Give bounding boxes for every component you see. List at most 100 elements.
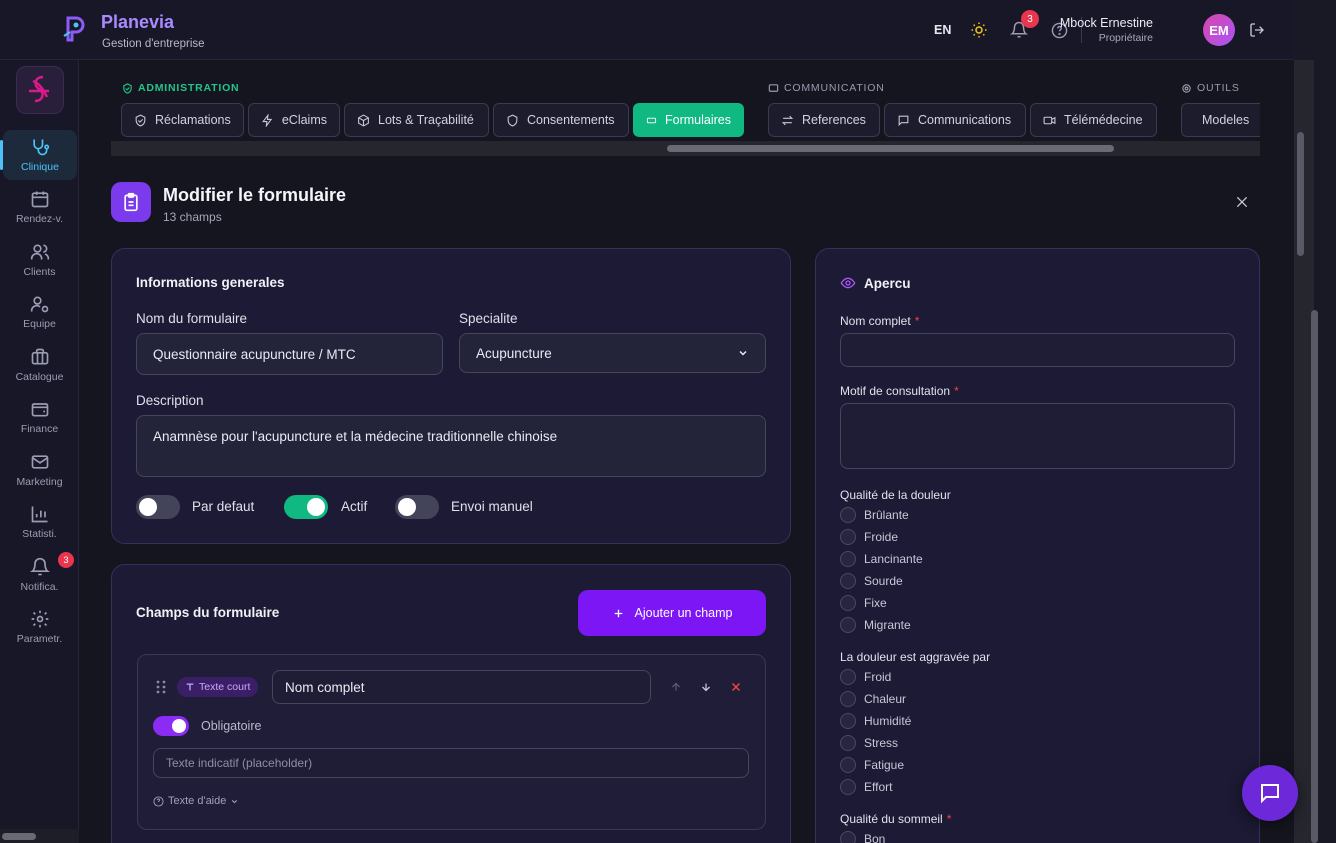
required-toggle-label: Obligatoire (201, 719, 262, 733)
tab-lots-tracabilite[interactable]: Lots & Traçabilité (344, 103, 489, 137)
add-field-label: Ajouter un champ (634, 606, 733, 620)
specialty-selected: Acupuncture (476, 345, 552, 361)
sidebar-item-label: Clients (23, 266, 56, 278)
sun-icon[interactable] (969, 20, 989, 40)
section-label: COMMUNICATION (784, 82, 885, 94)
tabs-horizontal-scrollbar[interactable] (111, 141, 1260, 156)
radio-option-label: Stress (864, 736, 899, 750)
radio-button[interactable] (840, 551, 856, 567)
preview-title: Apercu (864, 275, 911, 291)
tab-formulaires[interactable]: Formulaires (633, 103, 744, 137)
manual-send-toggle[interactable] (395, 495, 439, 519)
default-toggle[interactable] (136, 495, 180, 519)
tab-reclamations[interactable]: Réclamations (121, 103, 244, 137)
radio-button[interactable] (840, 573, 856, 589)
required-mark: * (946, 812, 952, 826)
preview-reason-textarea[interactable] (840, 403, 1235, 469)
page-title: Modifier le formulaire (163, 185, 347, 205)
sidebar-item-marketing[interactable]: Marketing (0, 445, 79, 495)
preview-question-label: Qualité du sommeil * (840, 812, 951, 826)
scrollbar-thumb[interactable] (1311, 310, 1318, 843)
tab-references[interactable]: References (768, 103, 880, 137)
sidebar-item-label: Marketing (16, 476, 63, 488)
sidebar-item-label: Finance (20, 423, 59, 435)
sidebar-item-equipe[interactable]: Equipe (0, 287, 79, 337)
clipboard-icon (111, 182, 151, 222)
radio-button[interactable] (840, 617, 856, 633)
sidebar-item-catalogue[interactable]: Catalogue (0, 340, 79, 390)
sidebar-item-finance[interactable]: Finance (0, 392, 79, 442)
field-name-input[interactable]: Nom complet (272, 670, 651, 704)
tab-label: Lots & Traçabilité (378, 113, 474, 127)
required-toggle[interactable] (153, 716, 189, 736)
sidebar-item-clients[interactable]: Clients (0, 235, 79, 285)
tab-communications[interactable]: Communications (884, 103, 1026, 137)
sidebar-item-label: Notifica. (20, 581, 59, 593)
required-mark: * (914, 314, 920, 328)
radio-option-label: Fixe (864, 596, 887, 610)
sidebar-item-statistiques[interactable]: Statisti. (0, 497, 79, 547)
tab-modeles[interactable]: Modeles (1181, 103, 1260, 137)
radio-button[interactable] (840, 735, 856, 751)
preview-name-input[interactable] (840, 333, 1235, 367)
radio-button[interactable] (840, 595, 856, 611)
logout-icon[interactable] (1247, 20, 1267, 40)
scrollbar-thumb[interactable] (667, 145, 1114, 152)
eye-icon (840, 277, 856, 289)
users-icon (30, 244, 49, 260)
sidebar-item-label: Equipe (23, 318, 56, 330)
active-toggle[interactable] (284, 495, 328, 519)
close-icon[interactable] (1232, 192, 1252, 212)
tab-consentements[interactable]: Consentements (493, 103, 629, 137)
mail-icon (31, 455, 48, 469)
tab-label: eClaims (281, 113, 327, 127)
radio-button[interactable] (840, 831, 856, 843)
specialty-select[interactable]: Acupuncture (459, 333, 766, 373)
card-title: Informations generales (136, 275, 285, 290)
radio-option-label: Froid (864, 670, 892, 684)
page-scrollbar[interactable] (1294, 0, 1336, 843)
sidebar-item-rendez-vous[interactable]: Rendez-v. (0, 182, 79, 232)
chat-button[interactable] (1242, 765, 1298, 821)
tab-label: Communications (918, 113, 1012, 127)
help-text-toggle[interactable]: Texte d'aide (153, 795, 239, 807)
tab-label: Formulaires (665, 113, 731, 127)
sidebar-item-notifications[interactable]: Notifica. 3 (0, 550, 79, 600)
language-toggle[interactable]: EN (934, 23, 951, 37)
add-field-button[interactable]: Ajouter un champ (578, 590, 766, 636)
radio-button[interactable] (840, 757, 856, 773)
radio-button[interactable] (840, 779, 856, 795)
avatar[interactable]: EM (1203, 14, 1235, 46)
arrow-up-icon[interactable] (668, 679, 684, 695)
message-square-icon (898, 115, 909, 126)
placeholder-input[interactable]: Texte indicatif (placeholder) (153, 748, 749, 778)
radio-button[interactable] (840, 713, 856, 729)
scrollbar-thumb[interactable] (1297, 132, 1304, 256)
radio-option-label: Brûlante (864, 508, 909, 522)
radio-option-label: Sourde (864, 574, 903, 588)
brand-name[interactable]: Planevia (101, 12, 174, 33)
radio-button[interactable] (840, 529, 856, 545)
gear-icon (31, 610, 48, 628)
tab-label: References (802, 113, 866, 127)
radio-button[interactable] (840, 669, 856, 685)
radio-button[interactable] (840, 691, 856, 707)
stethoscope-icon (33, 139, 50, 156)
scrollbar-thumb[interactable] (2, 833, 36, 840)
clinic-logo[interactable] (16, 66, 64, 114)
sidebar-horizontal-scrollbar[interactable] (0, 829, 79, 843)
tab-eclaims[interactable]: eClaims (248, 103, 340, 137)
drag-handle-icon[interactable] (153, 679, 169, 695)
gear-icon (1182, 83, 1191, 93)
preview-question-label: Qualité de la douleur (840, 488, 951, 502)
radio-option-label: Effort (864, 780, 893, 794)
sidebar-item-parametres[interactable]: Parametr. (0, 602, 79, 652)
arrow-down-icon[interactable] (698, 679, 714, 695)
sidebar-item-label: Rendez-v. (15, 213, 64, 225)
tab-telemedecine[interactable]: Télémédecine (1030, 103, 1157, 137)
sidebar-item-clinique[interactable]: Clinique (0, 130, 77, 180)
description-textarea[interactable]: Anamnèse pour l'acupuncture et la médeci… (136, 415, 766, 477)
radio-button[interactable] (840, 507, 856, 523)
form-name-input[interactable]: Questionnaire acupuncture / MTC (136, 333, 443, 375)
delete-field-icon[interactable] (728, 679, 744, 695)
